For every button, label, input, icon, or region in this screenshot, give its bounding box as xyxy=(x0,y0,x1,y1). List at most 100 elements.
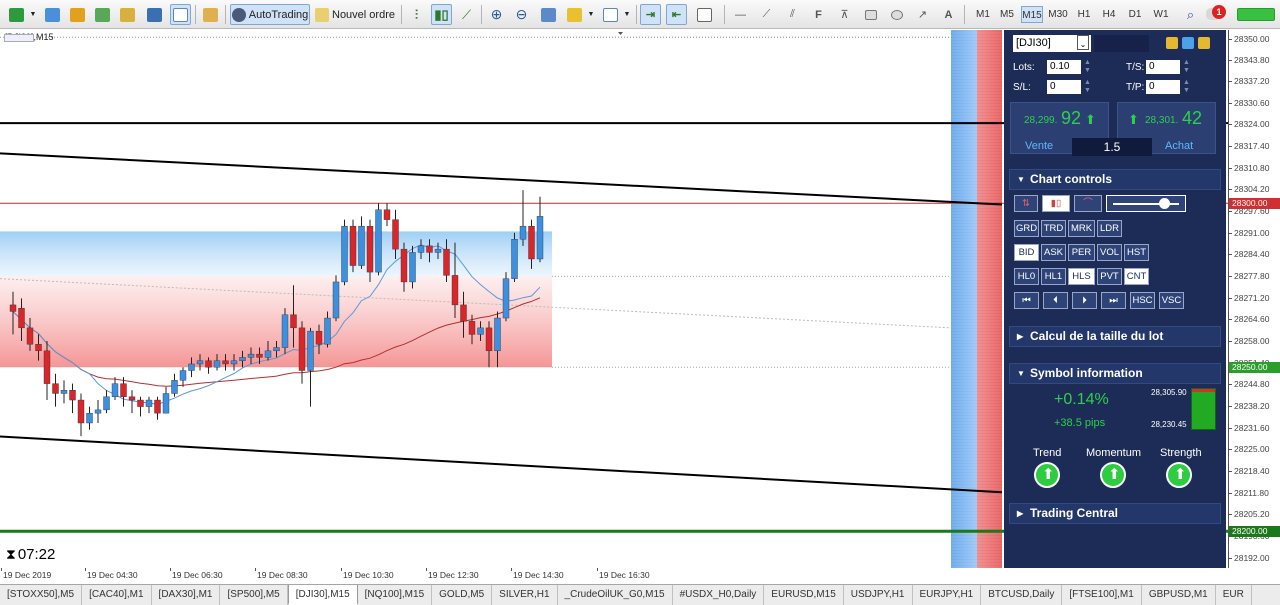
timeframe-h4[interactable]: H4 xyxy=(1098,6,1120,23)
scroll-start-icon[interactable]: ⏮ xyxy=(1014,292,1039,309)
control-per-button[interactable]: PER xyxy=(1068,244,1095,261)
timeframe-m5[interactable]: M5 xyxy=(996,6,1018,23)
candlestick-chart-button[interactable]: ▮▯ xyxy=(431,4,452,25)
lots-up-icon[interactable]: ▲ xyxy=(1084,59,1091,66)
timeframe-h1[interactable]: H1 xyxy=(1073,6,1095,23)
scroll-forward-icon[interactable]: ⏵ xyxy=(1072,292,1097,309)
chart-tab[interactable]: BTCUSD,Daily xyxy=(981,585,1063,605)
terminal-button[interactable] xyxy=(144,4,165,25)
metaeditor-button[interactable] xyxy=(200,4,221,25)
new-order-button[interactable]: Nouvel ordre xyxy=(313,4,397,25)
control-hl0-button[interactable]: HL0 xyxy=(1014,268,1039,285)
take-profit-input[interactable]: 0 xyxy=(1146,80,1180,94)
profiles-button[interactable] xyxy=(42,4,63,25)
bar-chart-button[interactable]: ⫶ xyxy=(406,4,427,25)
new-chart-button[interactable] xyxy=(6,4,27,25)
control-mrk-button[interactable]: MRK xyxy=(1068,220,1095,237)
autoscroll-button[interactable]: ⇥ xyxy=(640,4,661,25)
chart-tab[interactable]: [FTSE100],M1 xyxy=(1062,585,1142,605)
candle-mode-button[interactable]: ▮▯ xyxy=(1042,195,1070,212)
arrow-tool[interactable]: ↗ xyxy=(912,4,933,25)
control-hls-button[interactable]: HLS xyxy=(1068,268,1095,285)
gann-tool[interactable]: ⊼ xyxy=(834,4,855,25)
chart-tab[interactable]: [DAX30],M1 xyxy=(152,585,221,605)
sl-down-icon[interactable]: ▼ xyxy=(1084,87,1091,94)
chart-tab[interactable]: [SP500],M5 xyxy=(220,585,288,605)
sl-up-icon[interactable]: ▲ xyxy=(1084,79,1091,86)
chart-tab[interactable]: #USDX_H0,Daily xyxy=(673,585,765,605)
price-chart[interactable]: [DJI30],M15 ⧗ 07:22 [DJI30] ⌄ Lots: 0.10… xyxy=(0,30,1228,568)
scroll-end-icon[interactable]: ⏭ xyxy=(1101,292,1126,309)
settings-gear-icon[interactable] xyxy=(1182,37,1194,49)
copy-icon[interactable] xyxy=(1166,37,1178,49)
chart-tab[interactable]: [DJI30],M15 xyxy=(287,585,358,605)
alerts-button[interactable]: 1 xyxy=(1206,5,1226,25)
chart-tab[interactable]: [CAC40],M1 xyxy=(82,585,152,605)
tp-down-icon[interactable]: ▼ xyxy=(1183,87,1190,94)
line-chart-button[interactable]: ⟋ xyxy=(456,4,477,25)
timeframe-d1[interactable]: D1 xyxy=(1124,6,1146,23)
control-ldr-button[interactable]: LDR xyxy=(1097,220,1122,237)
new-chart-dropdown[interactable]: ▼ xyxy=(28,4,38,25)
control-hst-button[interactable]: HST xyxy=(1124,244,1149,261)
line-mode-button[interactable]: ⌒ xyxy=(1074,195,1102,212)
zoom-in-button[interactable]: ⊕ xyxy=(486,4,507,25)
chart-tab[interactable]: EURUSD,M15 xyxy=(764,585,844,605)
indicators-button[interactable] xyxy=(564,4,585,25)
templates-dropdown[interactable]: ▼ xyxy=(622,4,632,25)
ts-down-icon[interactable]: ▼ xyxy=(1183,67,1190,74)
chart-tab[interactable]: USDJPY,H1 xyxy=(844,585,913,605)
chart-tab[interactable]: GBPUSD,M1 xyxy=(1142,585,1216,605)
chart-tab[interactable]: [STOXX50],M5 xyxy=(0,585,83,605)
control-cnt-button[interactable]: CNT xyxy=(1124,268,1149,285)
chart-mode-button[interactable]: ⇅ xyxy=(1014,195,1038,212)
chart-tab[interactable]: [NQ100],M15 xyxy=(358,585,433,605)
fibonacci-tool[interactable]: F xyxy=(808,4,829,25)
lots-input[interactable]: 0.10 xyxy=(1047,60,1081,74)
timeframe-m30[interactable]: M30 xyxy=(1047,6,1069,23)
control-hl1-button[interactable]: HL1 xyxy=(1041,268,1066,285)
navigator-button[interactable] xyxy=(117,4,138,25)
stop-loss-input[interactable]: 0 xyxy=(1047,80,1081,94)
minimize-icon[interactable] xyxy=(1198,37,1210,49)
control-bid-button[interactable]: BID xyxy=(1014,244,1039,261)
period-separator-button[interactable] xyxy=(694,4,715,25)
strategy-tester-button[interactable] xyxy=(170,4,191,25)
horizontal-line-tool[interactable]: — xyxy=(730,4,751,25)
timeframe-m1[interactable]: M1 xyxy=(972,6,994,23)
zoom-out-button[interactable]: ⊖ xyxy=(511,4,532,25)
timeframe-w1[interactable]: W1 xyxy=(1150,6,1172,23)
control-vsc-button[interactable]: VSC xyxy=(1159,292,1184,309)
search-button[interactable]: ⌕ xyxy=(1180,4,1201,25)
control-pvt-button[interactable]: PVT xyxy=(1097,268,1122,285)
trendline-tool[interactable]: ⟋ xyxy=(756,4,777,25)
tp-up-icon[interactable]: ▲ xyxy=(1183,79,1190,86)
ts-up-icon[interactable]: ▲ xyxy=(1183,59,1190,66)
lots-down-icon[interactable]: ▼ xyxy=(1084,67,1091,74)
ellipse-tool[interactable] xyxy=(886,4,907,25)
chart-controls-header[interactable]: ▼ Chart controls xyxy=(1009,169,1221,190)
chart-shift-button[interactable]: ⇤ xyxy=(666,4,687,25)
control-hsc-button[interactable]: HSC xyxy=(1130,292,1155,309)
zoom-slider[interactable] xyxy=(1106,195,1186,212)
slider-thumb[interactable] xyxy=(1159,198,1170,209)
chart-tab[interactable]: SILVER,H1 xyxy=(492,585,558,605)
chart-tab[interactable]: GOLD,M5 xyxy=(432,585,493,605)
trailing-stop-input[interactable]: 0 xyxy=(1146,60,1180,74)
text-tool[interactable]: A xyxy=(938,4,959,25)
trading-central-header[interactable]: ▶ Trading Central xyxy=(1009,503,1221,524)
control-ask-button[interactable]: ASK xyxy=(1041,244,1066,261)
chart-tab[interactable]: EUR xyxy=(1216,585,1252,605)
lot-size-calculator-header[interactable]: ▶ Calcul de la taille du lot xyxy=(1009,326,1221,347)
symbol-select[interactable]: [DJI30] ⌄ xyxy=(1013,35,1091,52)
templates-button[interactable] xyxy=(600,4,621,25)
indicators-dropdown[interactable]: ▼ xyxy=(586,4,596,25)
scroll-back-icon[interactable]: ⏴ xyxy=(1043,292,1068,309)
symbol-information-header[interactable]: ▼ Symbol information xyxy=(1009,363,1221,384)
timeframe-m15[interactable]: M15 xyxy=(1021,6,1043,23)
price-axis[interactable]: 28350.00 28343.80 28337.20 28330.60 28324.00… xyxy=(1228,30,1280,568)
time-axis[interactable]: 19 Dec 2019 19 Dec 04:30 19 Dec 06:30 19 De… xyxy=(0,568,1228,584)
chart-tab[interactable]: _CrudeOilUK_G0,M15 xyxy=(558,585,673,605)
data-window-button[interactable] xyxy=(92,4,113,25)
channel-tool[interactable]: ⫽ xyxy=(782,4,803,25)
